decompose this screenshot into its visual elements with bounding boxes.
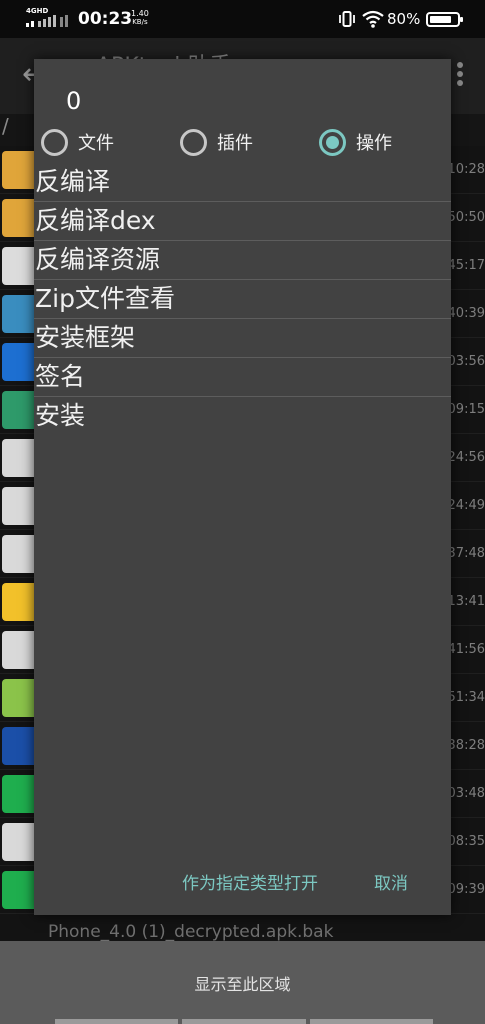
q-app-icon — [2, 343, 38, 381]
network-speed: 1.40 KB/s — [131, 9, 149, 27]
action-dialog: 0 文件 插件 操作 反编译 反编译dex 反编译资源 Zip文件查看 安装框架… — [34, 59, 451, 915]
bottom-bar: 显示至此区域 — [0, 941, 485, 1024]
blank-file-icon — [2, 631, 38, 669]
file-time: 38:28 — [447, 738, 485, 753]
folder-icon — [2, 199, 38, 237]
radio-circle-icon — [180, 128, 207, 156]
radio-circle-icon — [41, 128, 68, 156]
green-app-icon — [2, 391, 38, 429]
file-time: 03:48 — [447, 786, 485, 801]
file-time: 50:50 — [447, 210, 485, 225]
overflow-menu-icon[interactable] — [457, 62, 463, 86]
cancel-button[interactable]: 取消 — [374, 869, 408, 894]
file-time: 13:41 — [447, 594, 485, 609]
file-time: 40:39 — [447, 306, 485, 321]
blank-file-icon — [2, 535, 38, 573]
show-to-here-label[interactable]: 显示至此区域 — [0, 971, 485, 995]
option-zip-view[interactable]: Zip文件查看 — [34, 280, 451, 319]
green-phone-icon — [2, 871, 38, 909]
bottom-tab[interactable] — [55, 1019, 179, 1024]
radio-circle-icon — [319, 128, 346, 156]
radio-label: 文件 — [78, 133, 114, 154]
ink-app-icon — [2, 247, 38, 285]
option-decompile-resources[interactable]: 反编译资源 — [34, 241, 451, 280]
option-install-framework[interactable]: 安装框架 — [34, 319, 451, 358]
battery-fill — [430, 16, 451, 23]
file-time: 03:56 — [447, 354, 485, 369]
file-time: 09:15 — [447, 402, 485, 417]
bottom-tab[interactable] — [309, 1019, 433, 1024]
radio-file[interactable]: 文件 — [41, 125, 114, 159]
android-app-icon — [2, 295, 38, 333]
bottom-tab[interactable] — [182, 1019, 306, 1024]
option-decompile[interactable]: 反编译 — [34, 163, 451, 202]
blank-file-icon — [2, 823, 38, 861]
file-time: 09:39 — [447, 882, 485, 897]
speed-value: 1.40 — [131, 9, 149, 18]
wifi-icon — [362, 10, 384, 28]
radio-plugin[interactable]: 插件 — [180, 125, 253, 159]
bottom-tab-strip — [55, 1019, 433, 1024]
android-robot-icon — [2, 679, 38, 717]
vibrate-icon — [339, 11, 355, 27]
blue-waves-icon — [2, 727, 38, 765]
radio-label: 操作 — [356, 133, 392, 154]
file-time: 41:56 — [447, 642, 485, 657]
signal-icon — [26, 15, 68, 27]
file-time: 51:34 — [447, 690, 485, 705]
file-name[interactable]: Phone_4.0 (1)_decrypted.apk.bak — [48, 922, 333, 942]
file-time: 45:17 — [447, 258, 485, 273]
mode-radio-group: 文件 插件 操作 — [34, 125, 451, 159]
option-install[interactable]: 安装 — [34, 397, 451, 436]
red-badge-icon — [2, 439, 38, 477]
battery-percent: 80% — [387, 10, 421, 28]
radio-operation[interactable]: 操作 — [319, 125, 392, 159]
file-time: 24:49 — [447, 498, 485, 513]
battery-icon — [426, 12, 463, 27]
file-time: 10:28 — [447, 162, 485, 177]
lemon-app-icon — [2, 583, 38, 621]
blank-file-icon — [2, 487, 38, 525]
status-bar: 4GHD 00:23 1.40 KB/s 80% — [0, 0, 485, 38]
network-type: 4GHD — [26, 7, 49, 15]
clock: 00:23 — [78, 9, 133, 29]
open-as-button[interactable]: 作为指定类型打开 — [182, 869, 318, 894]
green-phone-icon — [2, 775, 38, 813]
speed-unit: KB/s — [132, 18, 148, 26]
file-time: 08:35 — [447, 834, 485, 849]
operation-list: 反编译 反编译dex 反编译资源 Zip文件查看 安装框架 签名 安装 — [34, 163, 451, 436]
option-sign[interactable]: 签名 — [34, 358, 451, 397]
screen: 4GHD 00:23 1.40 KB/s 80% / 10:28 50:50 4… — [0, 0, 485, 1024]
file-time: 37:48 — [447, 546, 485, 561]
dialog-actions: 作为指定类型打开 取消 — [34, 869, 451, 895]
dialog-title: 0 — [66, 87, 82, 115]
file-time: 24:56 — [447, 450, 485, 465]
folder-icon — [2, 151, 38, 189]
radio-label: 插件 — [217, 133, 253, 154]
option-decompile-dex[interactable]: 反编译dex — [34, 202, 451, 241]
